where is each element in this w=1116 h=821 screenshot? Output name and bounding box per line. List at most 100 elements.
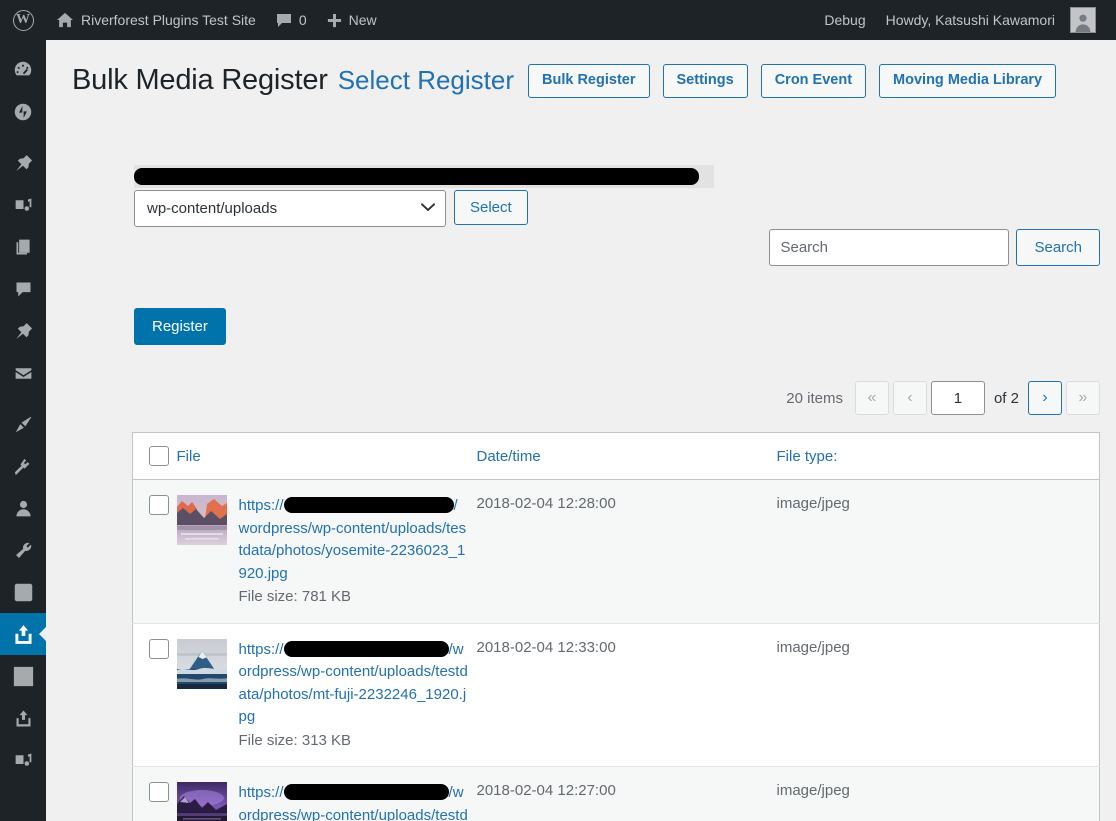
sidebar-item-settings[interactable] — [0, 571, 46, 613]
sidebar-item-plugins[interactable] — [0, 445, 46, 487]
datetime-cell: 2018-02-04 12:33:00 — [476, 623, 777, 767]
current-page-input[interactable] — [930, 381, 985, 415]
bulk-register-button[interactable]: Bulk Register — [528, 64, 650, 98]
wordpress-logo-menu[interactable]: W — [0, 0, 46, 40]
site-name-menu[interactable]: Riverforest Plugins Test Site — [46, 0, 266, 40]
path-select-wrapper: wp-content/uploads — [134, 190, 446, 227]
select-all-header — [132, 432, 177, 480]
next-page-button[interactable]: › — [1028, 381, 1062, 415]
cron-event-button[interactable]: Cron Event — [760, 64, 867, 98]
moving-media-library-button[interactable]: Moving Media Library — [879, 64, 1057, 98]
items-count: 20 items — [786, 389, 843, 407]
avatar-person-icon — [1075, 14, 1091, 32]
file-url-link[interactable]: https:///wordpress/wp-content/uploads/te… — [239, 641, 468, 726]
dashboard-icon — [14, 61, 32, 76]
filetype-column-header[interactable]: File type: — [776, 432, 1100, 480]
sidebar-item-portfolio[interactable] — [0, 310, 46, 352]
file-size-label: File size: 313 KB — [238, 731, 352, 749]
admin-bar: W Riverforest Plugins Test Site 0 New De… — [0, 0, 1116, 40]
settings-button[interactable]: Settings — [662, 64, 748, 98]
datetime-cell: 2018-02-04 12:27:00 — [476, 766, 777, 821]
sidebar-item-media-from-zip[interactable] — [0, 697, 46, 739]
file-url-link[interactable]: https:///wordpress/wp-content/uploads/te… — [239, 497, 467, 582]
row-checkbox[interactable] — [149, 495, 169, 515]
file-size-label: File size: 781 KB — [238, 588, 352, 605]
register-button[interactable]: Register — [134, 308, 226, 345]
page-header: Bulk Media Register Select Register Bulk… — [72, 50, 1096, 100]
account-menu[interactable]: Howdy, Katsushi Kawamori — [876, 0, 1106, 40]
total-pages-label: of 2 — [993, 389, 1019, 407]
howdy-label: Howdy, Katsushi Kawamori — [885, 12, 1055, 28]
sidebar-item-tools[interactable] — [0, 529, 46, 571]
comments-menu[interactable]: 0 — [266, 0, 317, 40]
path-select[interactable]: wp-content/uploads — [134, 190, 446, 227]
prev-page-button[interactable]: ‹ — [892, 381, 927, 415]
sidebar-item-feedback[interactable] — [0, 352, 46, 394]
page-action-buttons: Bulk Register Settings Cron Event Moving… — [528, 64, 1057, 98]
search-input[interactable] — [769, 229, 1010, 266]
file-url-link[interactable]: https:///wordpress/wp-content/uploads/te… — [239, 784, 468, 821]
table-row: https:///wordpress/wp-content/uploads/te… — [132, 623, 1100, 767]
sidebar-item-posts[interactable] — [0, 142, 46, 184]
site-name-label: Riverforest Plugins Test Site — [81, 12, 256, 28]
wordpress-logo-icon: W — [12, 9, 34, 31]
main-content: Bulk Media Register Select Register Bulk… — [46, 40, 1116, 821]
file-info: https:///wordpress/wp-content/uploads/te… — [239, 782, 469, 821]
sidebar-item-jetpack[interactable] — [0, 91, 46, 133]
menu-spacer — [0, 40, 46, 49]
select-all-checkbox[interactable] — [149, 446, 169, 466]
sidebar-item-comments[interactable] — [0, 268, 46, 310]
file-info: https:///wordpress/wp-content/uploads/te… — [239, 639, 469, 753]
media-table: File Date/time File type: https:// /word… — [132, 432, 1100, 821]
redacted-domain — [283, 784, 449, 801]
sidebar-item-pages[interactable] — [0, 226, 46, 268]
new-content-menu[interactable]: New — [317, 0, 387, 40]
datetime-column-header[interactable]: Date/time — [476, 432, 777, 480]
table-row: https:///wordpress/wp-content/uploads/te… — [132, 479, 1100, 624]
file-cell: https:///wordpress/wp-content/uploads/te… — [176, 766, 477, 821]
sidebar-item-appearance[interactable] — [0, 403, 46, 445]
filetype-cell: image/jpeg — [776, 479, 1100, 624]
row-checkbox[interactable] — [149, 782, 169, 802]
house-icon — [57, 12, 73, 28]
first-page-button[interactable]: « — [854, 381, 889, 415]
row-select-cell — [132, 623, 177, 767]
comment-bubble-icon — [276, 13, 291, 27]
filetype-cell: image/jpeg — [776, 623, 1100, 767]
new-label: New — [348, 12, 377, 28]
url-prefix: https:// — [238, 497, 284, 514]
page-subtitle: Select Register — [337, 64, 515, 95]
thumbnail-mt-fuji — [176, 638, 227, 689]
last-page-button[interactable]: » — [1066, 381, 1100, 415]
sidebar-item-qr-code[interactable] — [0, 655, 46, 697]
file-column-header[interactable]: File — [176, 432, 477, 480]
table-head: File Date/time File type: — [132, 432, 1100, 480]
sliders-icon — [14, 583, 32, 601]
search-button[interactable]: Search — [1016, 229, 1100, 266]
admin-sidebar — [0, 40, 47, 821]
page-title: Bulk Media Register — [72, 64, 328, 96]
menu-spacer — [0, 133, 46, 142]
sidebar-item-media[interactable] — [0, 184, 46, 226]
sidebar-item-users[interactable] — [0, 487, 46, 529]
pagination: 20 items « ‹ of 2 › » — [786, 381, 1100, 415]
grid-icon — [13, 666, 33, 686]
sidebar-item-dashboard[interactable] — [0, 49, 46, 91]
sidebar-item-bulk-media-register[interactable] — [0, 613, 47, 655]
wrench-icon — [15, 542, 31, 558]
row-select-cell — [132, 766, 177, 821]
file-cell: https:///wordpress/wp-content/uploads/te… — [176, 623, 477, 767]
pin-icon — [15, 322, 32, 339]
pages-icon — [16, 239, 30, 254]
row-checkbox[interactable] — [149, 638, 169, 659]
path-select-row: wp-content/uploads Select — [134, 190, 528, 227]
debug-menu[interactable]: Debug — [814, 0, 875, 40]
select-button[interactable]: Select — [454, 190, 528, 225]
thumbnail-image — [176, 495, 227, 545]
mail-icon — [15, 367, 31, 379]
media-icon — [15, 753, 31, 766]
thumbnail-image — [176, 782, 227, 821]
sidebar-item-media-replace[interactable] — [0, 739, 46, 781]
file-info: https:///wordpress/wp-content/uploads/te… — [239, 495, 469, 609]
user-icon — [15, 500, 31, 516]
